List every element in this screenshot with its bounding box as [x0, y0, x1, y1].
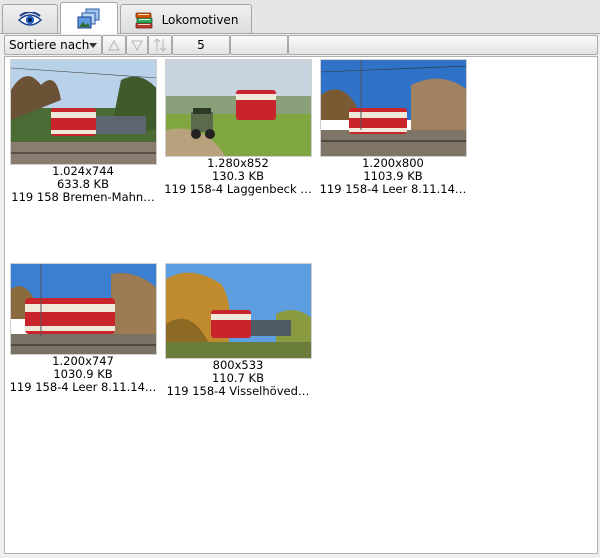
image-filename: 119 158-4 Visselhöved…: [166, 385, 310, 398]
tab-label-lokomotiven: Lokomotiven: [161, 12, 239, 27]
books-icon: [135, 12, 152, 28]
image-dimensions: 1.024x744: [52, 165, 114, 178]
thumbnail-item[interactable]: 1.024x744 633.8 KB 119 158 Bremen-Mahn…: [7, 59, 159, 204]
image-filename: 119 158-4 Laggenbeck …: [164, 183, 312, 196]
sort-order-button[interactable]: [148, 35, 172, 55]
thumbnail-image[interactable]: [9, 263, 157, 355]
toolbar-blank-field[interactable]: [230, 35, 288, 55]
image-filename: 119 158-4 Leer 8.11.14…: [319, 183, 467, 196]
tab-photos[interactable]: [60, 2, 118, 34]
image-dimensions: 1.200x800: [362, 157, 424, 170]
thumbnail-image[interactable]: [9, 59, 157, 165]
sort-label: Sortiere nach: [9, 38, 90, 52]
thumbnail-grid[interactable]: 1.024x744 633.8 KB 119 158 Bremen-Mahn… …: [4, 56, 598, 554]
thumbnail-item[interactable]: 1.200x747 1030.9 KB 119 158-4 Leer 8.11.…: [7, 263, 159, 394]
thumbnail-item[interactable]: 1.200x800 1103.9 KB 119 158-4 Leer 8.11.…: [317, 59, 469, 196]
image-filename: 119 158-4 Leer 8.11.14…: [9, 381, 157, 394]
thumbnail-item[interactable]: 800x533 110.7 KB 119 158-4 Visselhöved…: [162, 263, 314, 398]
image-dimensions: 800x533: [212, 359, 264, 372]
toolbar: Sortiere nach 5: [0, 34, 600, 56]
triangle-down-icon: [131, 40, 143, 51]
sort-arrows-icon: [153, 38, 167, 52]
chevron-down-icon: [89, 43, 97, 48]
tab-eye[interactable]: [2, 4, 58, 34]
tab-lokomotiven[interactable]: Lokomotiven: [120, 4, 252, 34]
tab-bar: Lokomotiven: [0, 0, 600, 34]
photos-icon: [77, 8, 100, 28]
sort-dropdown[interactable]: Sortiere nach: [4, 35, 102, 55]
image-filesize: 633.8 KB: [56, 178, 109, 191]
image-dimensions: 1.200x747: [52, 355, 114, 368]
image-filesize: 130.3 KB: [211, 170, 264, 183]
page-count-field[interactable]: 5: [172, 35, 230, 55]
thumbnail-image[interactable]: [319, 59, 467, 157]
image-filesize: 110.7 KB: [211, 372, 264, 385]
eye-icon: [18, 11, 42, 26]
thumbnail-item[interactable]: 1.280x852 130.3 KB 119 158-4 Laggenbeck …: [162, 59, 314, 196]
image-filesize: 1030.9 KB: [53, 368, 113, 381]
thumbnail-image[interactable]: [164, 263, 312, 359]
image-dimensions: 1.280x852: [207, 157, 269, 170]
triangle-up-icon: [108, 39, 120, 50]
thumbnail-image[interactable]: [164, 59, 312, 157]
page-count-value: 5: [197, 38, 205, 52]
sort-descending-button[interactable]: [126, 35, 148, 55]
toolbar-search-field[interactable]: [288, 35, 598, 55]
image-filename: 119 158 Bremen-Mahn…: [11, 191, 155, 204]
image-filesize: 1103.9 KB: [363, 170, 423, 183]
sort-ascending-button[interactable]: [102, 35, 126, 55]
